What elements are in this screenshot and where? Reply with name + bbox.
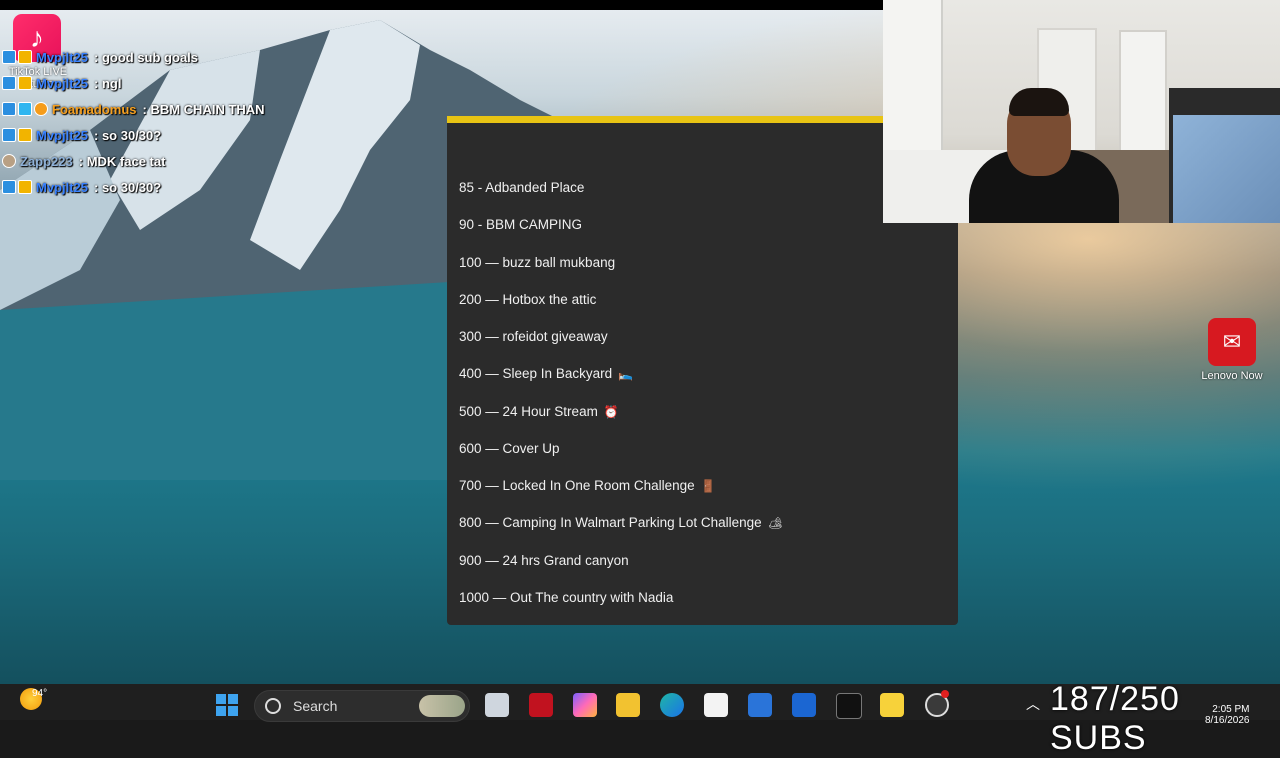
webcam-feed: [883, 0, 1280, 223]
chat-text: : BBM CHAIN THAN: [142, 101, 265, 117]
goal-item: 500 — 24 Hour Stream ⏰: [459, 404, 619, 419]
goal-item: 800 — Camping In Walmart Parking Lot Cha…: [459, 515, 783, 530]
top-black-bar: [0, 0, 883, 10]
chat-message: Mvpjlt25 : so 30/30?: [2, 122, 265, 148]
door-icon: 🚪: [700, 479, 716, 493]
webcam-bedsheet: [1173, 115, 1280, 223]
chat-message: Foamadomus : BBM CHAIN THAN: [2, 96, 265, 122]
vantage-icon[interactable]: [748, 693, 772, 717]
sub-goals-panel: 85 - Adbanded Place 90 - BBM CAMPING 100…: [447, 116, 958, 625]
clock-time: 2:05 PM: [1212, 704, 1250, 715]
chat-text: : so 30/30?: [94, 179, 162, 195]
goal-text: 90 - BBM CAMPING: [459, 217, 583, 232]
chat-message: Mvpjlt25 : good sub goals: [2, 44, 265, 70]
clock-date: 8/16/2026: [1205, 715, 1250, 726]
edge-browser-icon[interactable]: [660, 693, 684, 717]
goal-text: 85 - Adbanded Place: [459, 180, 585, 195]
chat-username: Mvpjlt25: [36, 179, 89, 195]
goal-item: 900 — 24 hrs Grand canyon: [459, 553, 629, 568]
goal-item: 600 — Cover Up: [459, 441, 560, 456]
lenovo-now-icon[interactable]: ✉: [1208, 318, 1256, 366]
goal-item: 90 - BBM CAMPING: [459, 217, 582, 232]
chat-text: : MDK face tat: [78, 153, 166, 169]
moderator-badge-icon: [2, 128, 16, 142]
goal-item: 700 — Locked In One Room Challenge 🚪: [459, 478, 716, 493]
goal-item: 1000 — Out The country with Nadia: [459, 590, 673, 605]
subscriber-badge-icon: [18, 128, 32, 142]
search-icon: [265, 698, 281, 714]
chat-text: : good sub goals: [94, 49, 199, 65]
goal-item: 200 — Hotbox the attic: [459, 292, 596, 307]
bed-icon: 🛌: [618, 367, 634, 381]
weather-widget[interactable]: 94°: [20, 688, 47, 710]
goal-item: 85 - Adbanded Place: [459, 180, 584, 195]
subscriber-badge-icon: [18, 76, 32, 90]
chat-username: Foamadomus: [52, 101, 137, 117]
chat-message: Mvpjlt25 : so 30/30?: [2, 174, 265, 200]
mcafee-icon[interactable]: [529, 693, 553, 717]
chat-message: Mvpjlt25 : ngl: [2, 70, 265, 96]
goal-item: 400 — Sleep In Backyard 🛌: [459, 366, 633, 381]
moderator-badge-icon: [2, 76, 16, 90]
goal-text: 800 — Camping In Walmart Parking Lot Cha…: [459, 515, 762, 530]
goal-item: 100 — buzz ball mukbang: [459, 255, 615, 270]
subscriber-badge-icon: [18, 180, 32, 194]
chat-username: Mvpjlt25: [36, 75, 89, 91]
chevron-up-icon[interactable]: ︿: [1026, 694, 1040, 714]
chat-message: Zapp223 : MDK face tat: [2, 148, 265, 174]
subscriber-badge-icon: [18, 50, 32, 64]
moderator-badge-icon: [2, 102, 16, 116]
goal-text: 900 — 24 hrs Grand canyon: [459, 553, 629, 568]
goal-text: 100 — buzz ball mukbang: [459, 255, 616, 270]
gem-badge-icon: [18, 102, 32, 116]
weather-temperature: 94°: [32, 688, 48, 699]
chat-overlay: Mvpjlt25 : good sub goals Mvpjlt25 : ngl…: [2, 44, 265, 200]
lenovo-now-label: Lenovo Now: [1201, 370, 1263, 382]
goal-text: 1000 — Out The country with Nadia: [459, 590, 674, 605]
camping-icon: 🏕: [767, 516, 783, 530]
goal-text: 500 — 24 Hour Stream: [459, 404, 598, 419]
chat-username: Mvpjlt25: [36, 127, 89, 143]
outlook-icon[interactable]: [792, 693, 816, 717]
goal-text: 200 — Hotbox the attic: [459, 292, 597, 307]
avatar-badge-icon: [2, 154, 16, 168]
search-highlight-image: [419, 695, 465, 717]
goal-text: 300 — rofeidot giveaway: [459, 329, 608, 344]
goal-text: 600 — Cover Up: [459, 441, 560, 456]
taskbar-search-box[interactable]: Search: [254, 690, 470, 722]
microsoft-store-icon[interactable]: [704, 693, 728, 717]
file-explorer-icon[interactable]: [616, 693, 640, 717]
taskbar-clock[interactable]: 2:05 PM 8/16/2026: [1205, 704, 1250, 726]
search-placeholder: Search: [293, 698, 338, 714]
copilot-icon[interactable]: [573, 693, 597, 717]
call-of-duty-icon[interactable]: [836, 693, 862, 719]
goal-text: 400 — Sleep In Backyard: [459, 366, 613, 381]
emoji-badge-icon: [34, 102, 48, 116]
chat-username: Mvpjlt25: [36, 49, 89, 65]
sticky-notes-icon[interactable]: [880, 693, 904, 717]
chat-username: Zapp223: [20, 153, 73, 169]
webcam-window-blinds: [883, 0, 943, 150]
recording-indicator-icon: [941, 690, 949, 698]
moderator-badge-icon: [2, 50, 16, 64]
windows-start-icon[interactable]: [216, 694, 238, 716]
task-view-icon[interactable]: [485, 693, 509, 717]
moderator-badge-icon: [2, 180, 16, 194]
streamer-hair: [1009, 88, 1069, 116]
goal-text: 700 — Locked In One Room Challenge: [459, 478, 695, 493]
chat-text: : so 30/30?: [94, 127, 162, 143]
chat-text: : ngl: [94, 75, 122, 91]
alarm-clock-icon: ⏰: [603, 405, 619, 419]
goal-item: 300 — rofeidot giveaway: [459, 329, 608, 344]
